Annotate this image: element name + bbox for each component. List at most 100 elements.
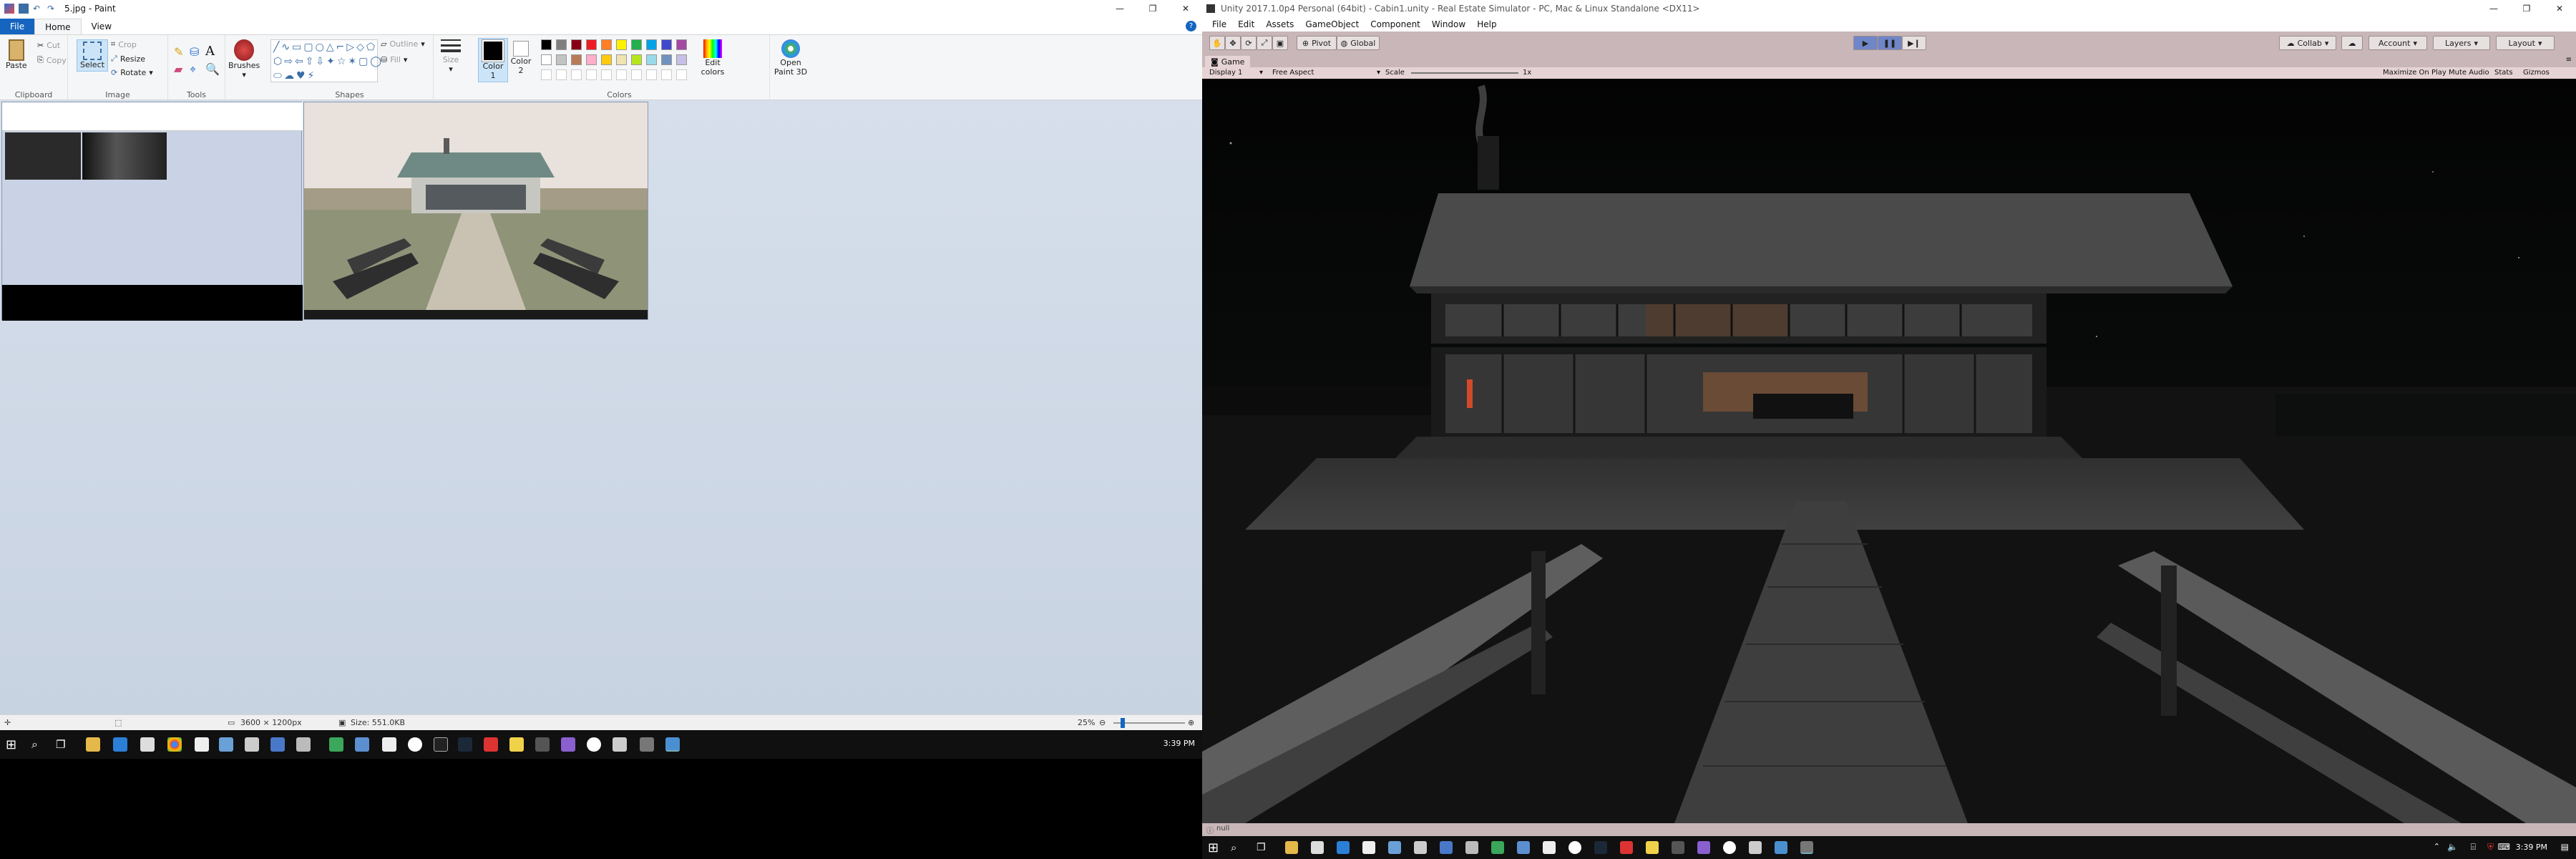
calculator-icon[interactable] (1362, 841, 1375, 854)
color1-button[interactable]: Color 1 (478, 38, 508, 82)
app-icon-4[interactable] (296, 737, 311, 752)
file-explorer-icon[interactable] (86, 737, 100, 752)
unity-taskbar-icon[interactable] (1800, 841, 1813, 854)
move-tool-button[interactable]: ✥ (1225, 36, 1241, 50)
app-icon-10[interactable] (535, 737, 550, 752)
canvas-image-game[interactable] (303, 102, 648, 320)
color-swatch[interactable] (571, 39, 582, 50)
empty-color-swatch[interactable] (676, 69, 687, 80)
app-icon-11[interactable] (561, 737, 575, 752)
volume-icon[interactable]: 🔈 (2447, 842, 2458, 852)
app-icon-14[interactable] (640, 737, 654, 752)
close-button[interactable]: ✕ (1169, 0, 1202, 17)
calculator-icon[interactable] (195, 737, 209, 752)
maximize-on-play-toggle[interactable]: Maximize On Play (2383, 69, 2446, 77)
app-icon-8[interactable] (434, 737, 448, 752)
search-icon[interactable]: ⌕ (31, 737, 38, 752)
shapes-gallery[interactable]: ╱∿▭▢○△⌐▷◇⬠ ⬡⇨⇦⇧⇩✦☆✶▢◯ ⬭☁♥⚡ (270, 39, 381, 82)
app-icon-1[interactable] (1388, 841, 1401, 854)
mute-audio-toggle[interactable]: Mute Audio (2449, 69, 2489, 77)
color-swatch[interactable] (646, 54, 657, 65)
zoom-in-button[interactable]: ⊕ (1188, 718, 1194, 727)
play-button[interactable]: ▶ (1853, 36, 1878, 50)
color-swatch[interactable] (631, 54, 642, 65)
game-view[interactable] (1202, 79, 2576, 823)
color-swatch[interactable] (586, 39, 597, 50)
unity-minimize-button[interactable]: — (2477, 0, 2510, 17)
color-swatch[interactable] (541, 39, 552, 50)
taskbar-clock[interactable]: 3:39 PM (2516, 843, 2547, 852)
pencil-icon[interactable]: ✎ (174, 45, 183, 59)
tab-home[interactable]: Home (34, 19, 82, 34)
layers-dropdown[interactable]: Layers ▾ (2433, 36, 2490, 50)
sticky-notes-icon[interactable] (1646, 841, 1659, 854)
menu-assets[interactable]: Assets (1266, 19, 1294, 29)
undo-icon[interactable]: ↶ (33, 4, 43, 14)
fill-dropdown[interactable]: ⛁ Fill ▾ (381, 55, 407, 64)
color-swatch[interactable] (676, 39, 687, 50)
outline-dropdown[interactable]: ▱ Outline ▾ (381, 39, 425, 49)
edge-icon[interactable] (113, 737, 127, 752)
pause-button[interactable]: ❚❚ (1878, 36, 1902, 50)
gizmos-dropdown[interactable]: Gizmos (2523, 69, 2550, 77)
fill-bucket-icon[interactable]: ⛁ (190, 45, 199, 59)
tab-view[interactable]: View (82, 19, 122, 34)
collab-dropdown[interactable]: ☁ Collab ▾ (2279, 36, 2336, 50)
color-swatch[interactable] (586, 54, 597, 65)
network-icon[interactable]: ⌸ (2471, 842, 2476, 853)
app-icon-11[interactable] (1723, 841, 1736, 854)
empty-color-swatch[interactable] (541, 69, 552, 80)
copy-button[interactable]: ⎘ Copy (37, 55, 67, 65)
empty-color-swatch[interactable] (571, 69, 582, 80)
app-icon-7[interactable] (408, 737, 422, 752)
windows-start-icon[interactable]: ⊞ (1208, 840, 1219, 855)
zoom-thumb[interactable] (1121, 718, 1125, 728)
game-tab[interactable]: ◙ Game (1205, 56, 1251, 67)
tab-file[interactable]: File (0, 19, 35, 34)
app-icon-8[interactable] (1620, 841, 1633, 854)
menu-gameobject[interactable]: GameObject (1305, 19, 1359, 29)
size-button[interactable]: Size ▾ (441, 39, 461, 74)
zoom-out-button[interactable]: ⊖ (1099, 718, 1106, 727)
pivot-toggle[interactable]: ⊕ Pivot (1297, 36, 1337, 50)
app-icon-3[interactable] (270, 737, 285, 752)
notifications-icon[interactable]: ▤ (2561, 842, 2569, 852)
app-icon-13[interactable] (1775, 841, 1787, 854)
app-icon-2[interactable] (245, 737, 259, 752)
scale-tool-button[interactable]: ⤢ (1257, 36, 1272, 50)
windows-start-icon[interactable]: ⊞ (6, 737, 16, 752)
menu-window[interactable]: Window (1432, 19, 1465, 29)
color-swatch[interactable] (601, 54, 612, 65)
aspect-dropdown[interactable]: Free Aspect (1272, 69, 1314, 77)
layout-dropdown[interactable]: Layout ▾ (2496, 36, 2555, 50)
rotate-tool-button[interactable]: ⟳ (1241, 36, 1257, 50)
color2-button[interactable]: Color 2 (508, 41, 534, 75)
file-explorer-icon[interactable] (1285, 841, 1298, 854)
empty-color-swatch[interactable] (661, 69, 672, 80)
app-icon-13[interactable] (613, 737, 627, 752)
search-icon[interactable]: ⌕ (1231, 841, 1236, 854)
security-icon[interactable]: ⛨ (2487, 842, 2494, 853)
cut-button[interactable]: ✂ Cut (37, 41, 60, 50)
menu-help[interactable]: Help (1477, 19, 1496, 29)
app-icon-5[interactable] (1491, 841, 1504, 854)
tray-chevron-icon[interactable]: ⌃ (2434, 842, 2440, 851)
color-swatch[interactable] (661, 54, 672, 65)
color-swatch[interactable] (676, 54, 687, 65)
minimize-button[interactable]: — (1103, 0, 1136, 17)
task-view-icon[interactable]: ❐ (1257, 842, 1266, 853)
color-swatch[interactable] (661, 39, 672, 50)
empty-color-swatch[interactable] (631, 69, 642, 80)
hand-tool-button[interactable]: ✋ (1209, 36, 1225, 50)
empty-color-swatch[interactable] (616, 69, 627, 80)
unity-close-button[interactable]: ✕ (2543, 0, 2576, 17)
store-icon[interactable] (140, 737, 155, 752)
redo-icon[interactable]: ↷ (47, 4, 57, 14)
cloud-services-button[interactable]: ☁ (2341, 36, 2363, 50)
app-icon-10[interactable] (1697, 841, 1710, 854)
app-icon-6[interactable] (1517, 841, 1530, 854)
color-swatch[interactable] (541, 54, 552, 65)
edge-icon[interactable] (1337, 841, 1350, 854)
tab-menu-icon[interactable]: ≡ (2566, 56, 2572, 64)
mail-icon[interactable] (1543, 841, 1556, 854)
